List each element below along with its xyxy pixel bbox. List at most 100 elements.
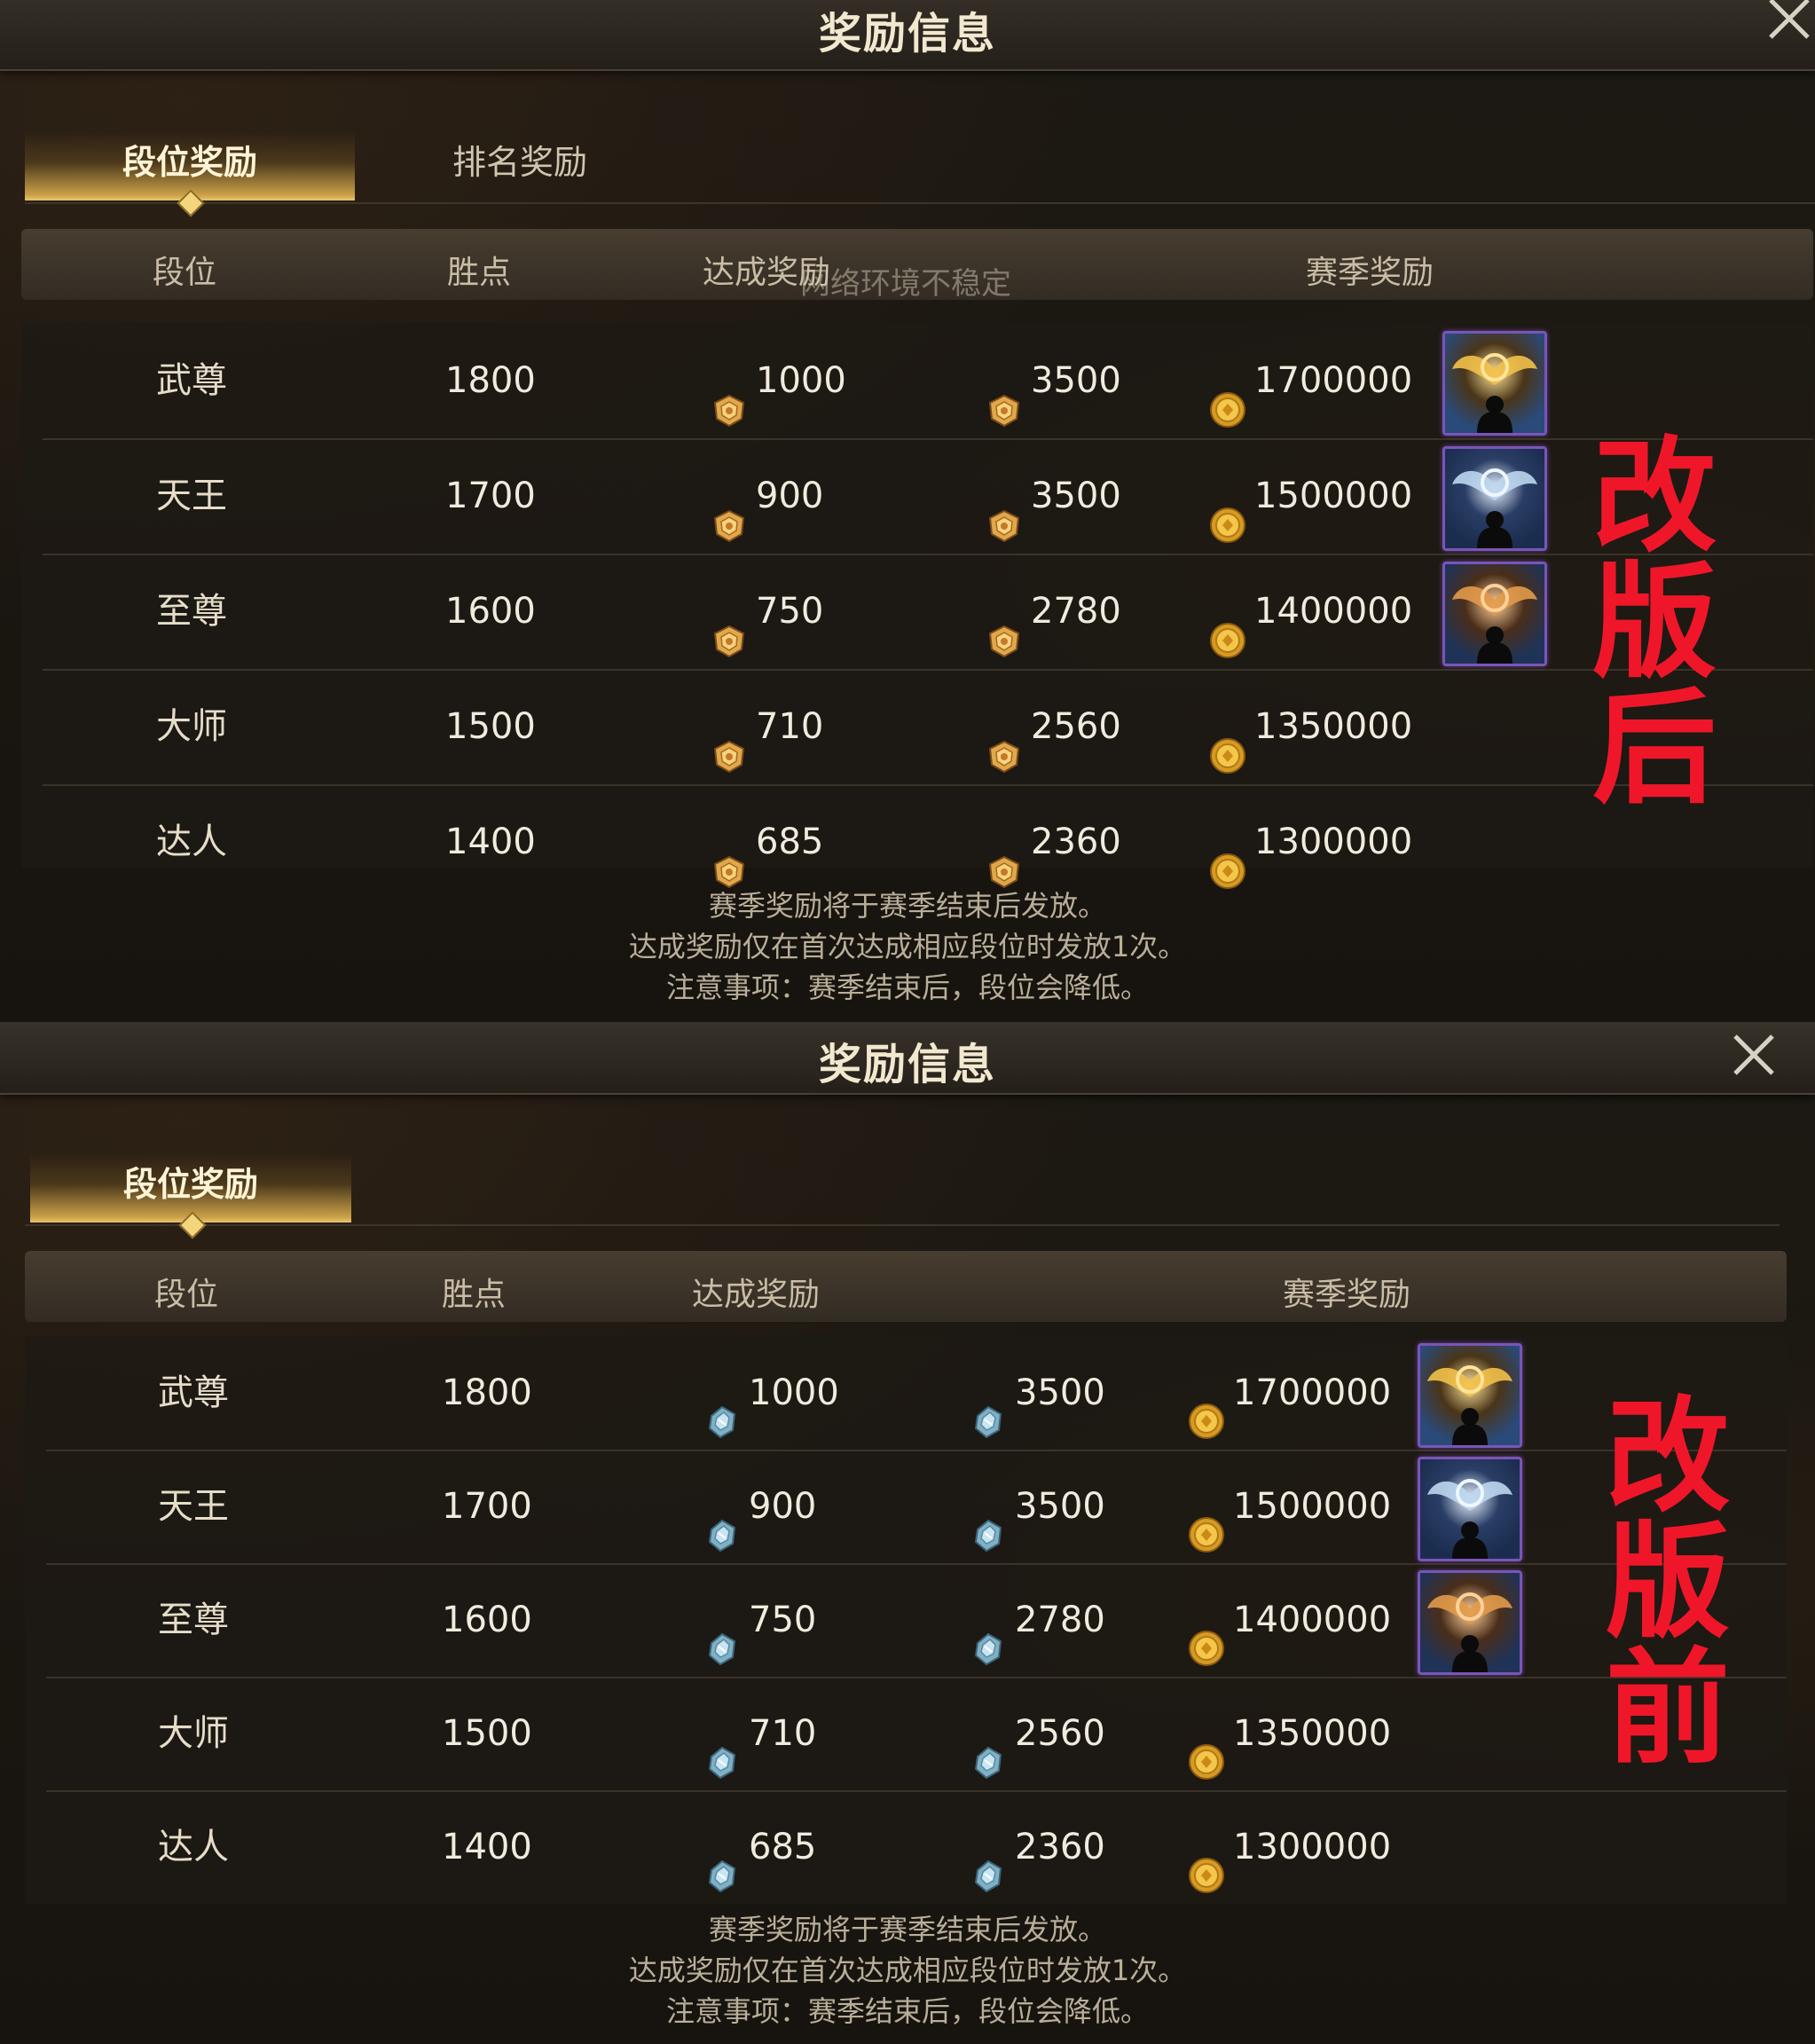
reward-amount: 1700000 [1254, 360, 1413, 401]
blue-crystal-icon [969, 1827, 1008, 1893]
rank-name: 武尊 [156, 360, 227, 401]
gold-medal-icon [985, 706, 1024, 774]
stamp-char: 版 [1591, 551, 1717, 696]
blue-crystal-icon [703, 1713, 742, 1780]
rank-name: 达人 [158, 1827, 229, 1867]
reward-info-panel-before: 奖励信息 段位奖励 段位 胜点 达成奖励 赛季奖励 武尊 1800 1000 3500… [0, 1022, 1815, 2044]
win-points: 1700 [442, 1486, 532, 1527]
tab-bar: 段位奖励 排名奖励 [25, 131, 1815, 217]
season-reward-coins: 1500000 [1208, 438, 1412, 554]
header-points: 胜点 [447, 255, 512, 291]
rank-name: 达人 [156, 822, 227, 862]
reward-amount: 2360 [1015, 1827, 1105, 1867]
gold-coin-icon [1208, 822, 1247, 889]
header-rank: 段位 [154, 1277, 219, 1313]
reward-amount: 710 [756, 706, 824, 747]
blue-crystal-icon [703, 1372, 742, 1439]
table-row: 至尊 1600 750 2780 1400000 [43, 554, 1813, 671]
gold-medal-icon [710, 706, 749, 774]
silver-icon-frame[interactable] [1442, 446, 1547, 551]
achieve-reward: 685 [703, 1790, 816, 1904]
reward-amount: 710 [749, 1713, 817, 1754]
season-reward-currency: 2780 [969, 1563, 1105, 1677]
tab-ranking-rewards[interactable]: 排名奖励 [355, 131, 685, 200]
note-line: 赛季奖励将于赛季结束后发放。 [708, 889, 1106, 923]
bronze-icon-frame[interactable] [1418, 1570, 1522, 1675]
season-reward-coins: 1350000 [1208, 669, 1412, 784]
annotation-after-label: 改 版 后 [1588, 435, 1721, 813]
reward-amount: 1350000 [1254, 706, 1413, 747]
gold-icon-frame[interactable] [1418, 1343, 1522, 1448]
stamp-char: 改 [1591, 425, 1717, 570]
table-row: 达人 1400 685 2360 1300000 [43, 784, 1813, 900]
gold-coin-icon [1187, 1600, 1226, 1666]
gold-coin-icon [1208, 360, 1247, 428]
reward-amount: 1000 [749, 1372, 839, 1413]
reward-amount: 1300000 [1233, 1827, 1392, 1867]
stamp-char: 版 [1605, 1511, 1730, 1655]
rank-name: 武尊 [158, 1372, 229, 1413]
close-button[interactable] [1765, 0, 1813, 43]
achieve-reward: 1000 [710, 323, 846, 438]
rank-name: 天王 [158, 1486, 229, 1527]
gold-medal-icon [985, 591, 1024, 658]
tab-label: 段位奖励 [122, 1165, 258, 1204]
gold-medal-icon [985, 476, 1024, 543]
season-reward-coins: 1300000 [1208, 784, 1412, 900]
title-bar: 奖励信息 [0, 0, 1815, 71]
rank-name: 至尊 [156, 591, 227, 632]
stamp-char: 改 [1605, 1385, 1730, 1529]
reward-amount: 1400000 [1254, 591, 1413, 632]
stamp-char: 前 [1605, 1637, 1730, 1781]
stamp-char: 后 [1591, 677, 1717, 822]
close-button[interactable] [1730, 1031, 1778, 1079]
reward-amount: 900 [756, 476, 824, 516]
season-reward-coins: 1700000 [1187, 1336, 1391, 1450]
silver-icon-frame[interactable] [1418, 1457, 1522, 1561]
reward-amount: 3500 [1015, 1486, 1105, 1527]
bronze-icon-frame[interactable] [1442, 562, 1547, 666]
title-bar: 奖励信息 [0, 1022, 1815, 1095]
active-tab-indicator-icon [177, 189, 205, 217]
table-row: 大师 1500 710 2560 1350000 [46, 1677, 1787, 1792]
gold-icon-frame[interactable] [1442, 331, 1547, 436]
tab-label: 段位奖励 [122, 143, 257, 182]
season-reward-currency: 2560 [969, 1677, 1105, 1790]
season-reward-currency: 2360 [985, 784, 1121, 900]
season-reward-currency: 2780 [985, 554, 1121, 669]
note-line: 注意事项：赛季结束后，段位会降低。 [665, 971, 1149, 1004]
achieve-reward: 685 [710, 784, 823, 900]
achieve-reward: 1000 [703, 1336, 839, 1450]
blue-crystal-icon [969, 1486, 1008, 1553]
gold-coin-icon [1208, 591, 1247, 658]
win-points: 1800 [445, 360, 536, 401]
win-points: 1400 [442, 1827, 532, 1867]
season-reward-currency: 3500 [985, 438, 1121, 554]
season-reward-currency: 3500 [969, 1336, 1105, 1450]
note-line: 达成奖励仅在首次达成相应段位时发放1次。 [628, 1954, 1187, 1987]
gold-medal-icon [710, 591, 749, 658]
gold-medal-icon [710, 822, 749, 889]
header-season: 赛季奖励 [1306, 255, 1434, 291]
reward-amount: 1000 [756, 360, 846, 401]
reward-amount: 900 [749, 1486, 817, 1527]
reward-amount: 2360 [1031, 822, 1121, 862]
reward-info-panel-after: 奖励信息 段位奖励 排名奖励 段位 胜点 达成奖励 赛季奖励 网络环境不稳定 武… [0, 0, 1815, 1022]
reward-amount: 685 [756, 822, 824, 862]
header-season: 赛季奖励 [1283, 1277, 1411, 1313]
table-row: 武尊 1800 1000 3500 1700000 [43, 323, 1813, 440]
reward-amount: 1300000 [1254, 822, 1413, 862]
annotation-before-label: 改 版 前 [1601, 1395, 1734, 1773]
tab-rank-rewards[interactable]: 段位奖励 [25, 131, 355, 217]
table-header: 段位 胜点 达成奖励 赛季奖励 [25, 1251, 1787, 1322]
header-rank: 段位 [153, 255, 217, 291]
tab-rank-rewards[interactable]: 段位奖励 [30, 1153, 351, 1239]
achieve-reward: 710 [703, 1677, 816, 1790]
reward-amount: 3500 [1015, 1372, 1105, 1413]
rank-name: 大师 [156, 706, 227, 747]
table-row: 天王 1700 900 3500 1500000 [43, 438, 1813, 555]
blue-crystal-icon [703, 1486, 742, 1553]
blue-crystal-icon [969, 1600, 1008, 1666]
blue-crystal-icon [703, 1827, 742, 1893]
reward-amount: 2560 [1015, 1713, 1105, 1754]
